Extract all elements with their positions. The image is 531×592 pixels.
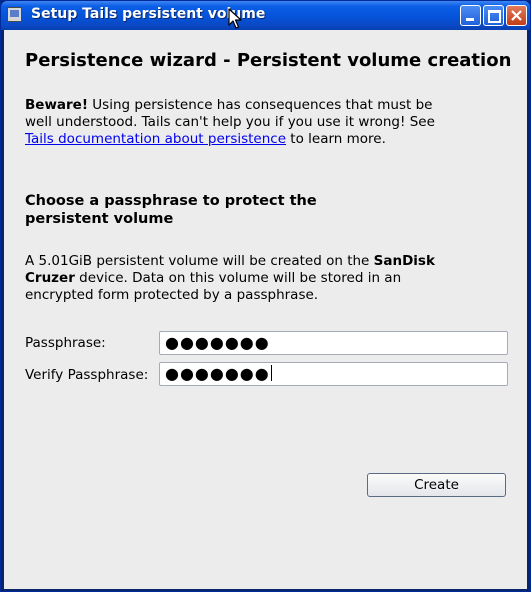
- maximize-button[interactable]: [483, 5, 504, 26]
- verify-passphrase-label: Verify Passphrase:: [25, 367, 149, 383]
- wizard-content: Persistence wizard - Persistent volume c…: [4, 30, 527, 589]
- info-text-end: device. Data on this volume will be stor…: [25, 270, 402, 303]
- warning-text-end: to learn more.: [286, 131, 386, 147]
- close-icon: [511, 10, 522, 21]
- info-paragraph: A 5.01GiB persistent volume will be crea…: [25, 253, 445, 304]
- window-icon[interactable]: [7, 7, 22, 22]
- mouse-pointer-icon: [228, 8, 242, 29]
- create-button[interactable]: Create: [367, 473, 506, 497]
- minimize-button[interactable]: [460, 5, 481, 26]
- setup-window: Setup Tails persistent volume Persistenc…: [0, 0, 531, 592]
- verify-passphrase-input[interactable]: ●●●●●●●: [159, 362, 508, 386]
- warning-label: Beware!: [25, 97, 88, 113]
- passphrase-subheading: Choose a passphrase to protect the persi…: [25, 193, 317, 227]
- close-button[interactable]: [506, 5, 527, 26]
- wizard-heading: Persistence wizard - Persistent volume c…: [25, 50, 512, 71]
- passphrase-value: ●●●●●●●: [165, 333, 270, 352]
- passphrase-label: Passphrase:: [25, 335, 106, 351]
- titlebar[interactable]: Setup Tails persistent volume: [1, 1, 530, 30]
- verify-passphrase-value: ●●●●●●●: [165, 364, 270, 383]
- text-cursor: [270, 365, 272, 381]
- warning-paragraph: Beware! Using persistence has consequenc…: [25, 97, 445, 148]
- passphrase-input[interactable]: ●●●●●●●: [159, 331, 508, 355]
- documentation-link[interactable]: Tails documentation about persistence: [25, 131, 286, 147]
- info-text: A 5.01GiB persistent volume will be crea…: [25, 253, 374, 269]
